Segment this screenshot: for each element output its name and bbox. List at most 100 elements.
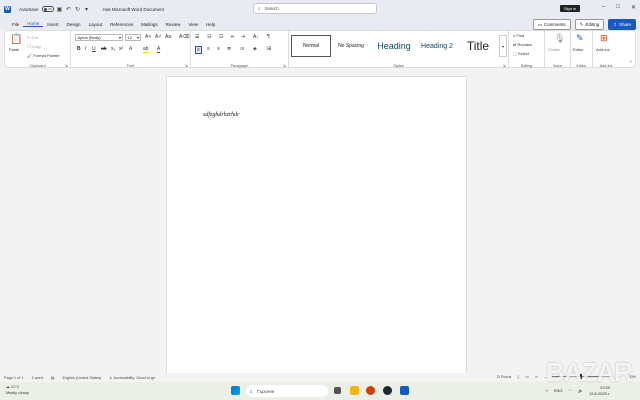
- minimize-icon[interactable]: –: [602, 4, 605, 11]
- italic-icon[interactable]: I: [85, 46, 86, 52]
- sign-in-button[interactable]: Sign in: [560, 5, 581, 12]
- redo-icon[interactable]: ↻: [75, 6, 81, 13]
- highlight-icon[interactable]: ab: [143, 46, 149, 53]
- format-painter-button[interactable]: 🖌 Format Painter: [27, 53, 60, 58]
- proofing-icon[interactable]: ▤: [51, 375, 55, 380]
- comments-button[interactable]: ▭ Comments: [532, 19, 571, 30]
- increase-indent-icon[interactable]: ⇥: [241, 34, 245, 40]
- find-button[interactable]: ⌕ Find: [513, 33, 524, 38]
- browser-icon[interactable]: [366, 386, 375, 395]
- align-right-icon[interactable]: ≡: [217, 46, 220, 52]
- decrease-indent-icon[interactable]: ⇤: [231, 34, 235, 40]
- replace-button[interactable]: ⇄ Replace: [513, 42, 532, 47]
- undo-icon[interactable]: ↶: [66, 6, 72, 13]
- document-page[interactable]: sdfzghdrhzrhdr: [166, 76, 467, 376]
- underline-icon[interactable]: U: [92, 46, 96, 52]
- customize-toolbar-icon[interactable]: ▾: [84, 6, 90, 13]
- grow-font-icon[interactable]: A˄: [145, 34, 151, 40]
- maximize-icon[interactable]: □: [616, 4, 620, 11]
- editor-label[interactable]: Editor: [573, 47, 583, 52]
- weather-widget[interactable]: ☁ 21°C Mostly cloudy: [6, 384, 29, 396]
- text-effects-icon[interactable]: A: [129, 46, 132, 52]
- style-heading-2[interactable]: Heading 2: [417, 35, 457, 57]
- read-mode-icon[interactable]: ▯: [517, 374, 519, 379]
- steam-icon[interactable]: [383, 386, 392, 395]
- editing-mode-button[interactable]: ✎ Editing: [574, 19, 605, 30]
- line-spacing-icon[interactable]: ↕≡: [239, 46, 244, 52]
- select-button[interactable]: ⬚ Select: [513, 51, 529, 56]
- bullets-icon[interactable]: ☰: [195, 34, 199, 40]
- tray-chevron-icon[interactable]: ˄: [546, 388, 548, 393]
- task-view-icon[interactable]: [334, 387, 341, 394]
- taskbar-search[interactable]: ⌕ Търсене: [246, 385, 328, 397]
- close-icon[interactable]: ✕: [631, 4, 636, 11]
- share-button[interactable]: ⇪ Share: [608, 19, 636, 30]
- page-count[interactable]: Page 1 of 1: [4, 376, 23, 380]
- tab-insert[interactable]: Insert: [43, 22, 62, 27]
- language-indicator[interactable]: ENG: [554, 388, 563, 393]
- borders-icon[interactable]: ⊞: [267, 46, 271, 52]
- multilevel-list-icon[interactable]: ☶: [219, 34, 223, 40]
- cut-button[interactable]: ✂ Cut: [27, 35, 38, 40]
- shading-icon[interactable]: ◈: [253, 46, 257, 52]
- font-name-dropdown[interactable]: Aptos (Body) ▾: [75, 34, 123, 41]
- language-status[interactable]: English (United States): [62, 376, 101, 380]
- word-taskbar-icon[interactable]: [400, 386, 409, 395]
- tab-review[interactable]: Review: [162, 22, 185, 27]
- style-no-spacing[interactable]: No Spacing: [333, 35, 369, 57]
- strikethrough-icon[interactable]: ab: [101, 46, 107, 52]
- dictate-label[interactable]: Dictate: [548, 47, 560, 52]
- collapse-ribbon-icon[interactable]: ˅: [630, 59, 632, 64]
- paste-label[interactable]: Paste: [9, 47, 19, 52]
- autosave-toggle[interactable]: Off: [41, 6, 54, 12]
- shrink-font-icon[interactable]: A˅: [155, 34, 161, 40]
- accessibility-icon: ♿: [109, 376, 113, 380]
- addins-label[interactable]: Add-ins: [596, 47, 610, 52]
- save-icon[interactable]: ▣: [57, 6, 63, 13]
- tab-mailings[interactable]: Mailings: [137, 22, 162, 27]
- tab-view[interactable]: View: [184, 22, 202, 27]
- tab-design[interactable]: Design: [63, 22, 85, 27]
- document-text[interactable]: sdfzghdrhzrhdr: [203, 112, 239, 118]
- numbering-icon[interactable]: ☷: [207, 34, 211, 40]
- tab-file[interactable]: File: [8, 22, 23, 27]
- change-case-icon[interactable]: Aa: [165, 34, 171, 40]
- start-icon[interactable]: [231, 386, 240, 395]
- tab-home[interactable]: Home: [23, 21, 44, 27]
- word-count[interactable]: 1 word: [31, 376, 42, 380]
- styles-more-icon[interactable]: ▾: [499, 35, 507, 57]
- align-center-icon[interactable]: ≡: [207, 46, 210, 52]
- paste-icon[interactable]: 📋: [10, 34, 22, 45]
- wifi-icon[interactable]: ◠: [569, 388, 573, 393]
- file-explorer-icon[interactable]: [350, 386, 359, 395]
- print-layout-icon[interactable]: ▭: [525, 374, 529, 379]
- accessibility-status[interactable]: ♿ Accessibility: Good to go: [109, 375, 155, 380]
- tab-layout[interactable]: Layout: [85, 22, 107, 27]
- align-left-icon[interactable]: ≡: [195, 46, 202, 54]
- search-box[interactable]: ⌕ Search: [253, 3, 377, 14]
- show-marks-icon[interactable]: ¶: [267, 34, 270, 40]
- document-title[interactable]: Нов Microsoft Word Document: [103, 7, 164, 12]
- style-normal[interactable]: Normal: [291, 35, 331, 57]
- sort-icon[interactable]: A↓: [253, 34, 259, 40]
- clear-formatting-icon[interactable]: A⌫: [179, 34, 189, 40]
- focus-button[interactable]: ⊡ Focus: [497, 374, 512, 379]
- justify-icon[interactable]: ≣: [227, 46, 231, 52]
- subscript-icon[interactable]: x₂: [111, 46, 115, 52]
- font-color-icon[interactable]: A: [157, 46, 161, 53]
- editing-group: ⌕ Find ⇄ Replace ⬚ Select Editing: [509, 31, 545, 69]
- font-size-dropdown[interactable]: 12 ▾: [125, 34, 141, 41]
- style-title[interactable]: Title: [459, 35, 497, 57]
- tab-references[interactable]: References: [106, 22, 137, 27]
- addins-icon[interactable]: ⊞: [600, 33, 608, 44]
- editor-icon[interactable]: ✎: [576, 33, 584, 44]
- volume-icon[interactable]: 🔈: [578, 388, 583, 393]
- copy-button[interactable]: ❐ Copy: [27, 44, 41, 49]
- bold-icon[interactable]: B: [77, 46, 81, 52]
- web-layout-icon[interactable]: ▱: [535, 374, 538, 379]
- tab-help[interactable]: Help: [202, 22, 219, 27]
- style-heading[interactable]: Heading: [373, 35, 415, 57]
- microphone-icon[interactable]: 🎙: [554, 33, 565, 44]
- superscript-icon[interactable]: x²: [119, 46, 123, 52]
- clock-date: 15.8.2025 г.: [589, 390, 610, 396]
